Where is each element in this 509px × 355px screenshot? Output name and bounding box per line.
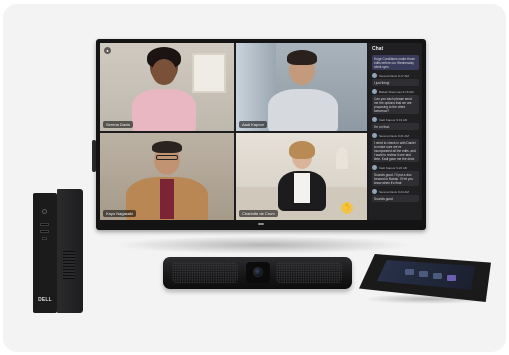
bookshelf	[192, 53, 226, 93]
controller-tile	[447, 275, 456, 281]
power-button-icon	[42, 209, 47, 214]
pc-front-panel: DELL	[33, 193, 57, 313]
chat-bubble: Sounds good	[372, 195, 419, 202]
usb-port-icon	[40, 230, 49, 233]
camera-lens-icon	[253, 267, 263, 277]
person-torso	[132, 89, 196, 131]
video-tile: ✋ Charlotte de Crum	[236, 133, 367, 220]
glasses	[156, 155, 178, 160]
chat-bubble: I just thing!	[372, 79, 419, 86]
chat-message-header: Serena Davis 9:24 AM	[372, 189, 419, 194]
touch-controller	[359, 254, 491, 302]
chat-author: Babak Shammas 9:18 AM	[379, 89, 414, 94]
mic-icon: ●	[104, 47, 111, 54]
chat-author: Kadi Kapoor 9:19 AM	[379, 117, 408, 122]
controller-tile	[405, 269, 414, 275]
chat-author: Serena Davis 9:21 AM	[379, 133, 409, 138]
chat-message: Kadi Kapoor 9:22 AM Sounds good. I'll pu…	[372, 165, 419, 186]
chat-message-header: Serena Davis 9:21 AM	[372, 133, 419, 138]
video-bar	[163, 257, 352, 289]
brand-logo: DELL	[38, 297, 52, 303]
chat-author: Serena Davis 9:17 AM	[379, 73, 409, 78]
raised-hand-icon: ✋	[341, 202, 353, 214]
chat-message-header: Kadi Kapoor 9:19 AM	[372, 117, 419, 122]
person-torso	[268, 89, 338, 131]
mini-pc: DELL	[33, 189, 85, 314]
avatar	[372, 165, 377, 170]
chat-author: Serena Davis 9:24 AM	[379, 189, 409, 194]
chat-message: Serena Davis 9:17 AM I just thing!	[372, 73, 419, 86]
video-tile: ● Serena Davis	[100, 43, 234, 131]
chat-message-header: Serena Davis 9:17 AM	[372, 73, 419, 78]
chat-message-header: Babak Shammas 9:18 AM	[372, 89, 419, 94]
person-shirt	[294, 173, 310, 203]
lamp	[336, 147, 348, 169]
pc-vents	[63, 251, 75, 279]
person-hair	[287, 50, 317, 65]
bar-camera	[246, 262, 270, 283]
chat-message: Serena Davis 9:21 AM I need to check in …	[372, 133, 419, 162]
tile-name-tag: Charlotte de Crum	[239, 210, 278, 217]
pc-side-panel	[57, 189, 83, 313]
chat-message: Kadi Kapoor 9:19 AM I'm on that.	[372, 117, 419, 130]
person-hair	[152, 141, 182, 153]
chat-bubble: Can you each please send me the options …	[372, 95, 419, 114]
avatar	[372, 73, 377, 78]
person-hair	[289, 141, 315, 159]
monitor-logo	[258, 223, 264, 225]
chat-bubble: I need to check in with Daniel to make s…	[372, 139, 419, 162]
tile-name-tag: Kayo Nagasaki	[103, 210, 136, 217]
controller-tile	[433, 273, 442, 279]
chat-panel: Chat Huge Conditions make those edits be…	[369, 43, 422, 220]
video-tile: Kayo Nagasaki	[100, 133, 234, 220]
avatar	[372, 133, 377, 138]
chat-bubble: Sounds good. I'll put a doc forward to B…	[372, 171, 419, 186]
display-monitor: ● Serena Davis Aadi Kapoor Kayo Nagasaki	[96, 39, 426, 230]
chat-bubble: I'm on that.	[372, 123, 419, 130]
tile-name-tag: Serena Davis	[103, 121, 134, 128]
speaker-grille-left	[172, 262, 238, 283]
monitor-shadow	[113, 236, 413, 254]
video-tile: Aadi Kapoor	[236, 43, 367, 131]
audio-jack-icon	[42, 237, 47, 240]
tile-name-tag: Aadi Kapoor	[239, 121, 268, 128]
chat-bubble: Huge Conditions make those edits before …	[372, 55, 419, 70]
product-card: ● Serena Davis Aadi Kapoor Kayo Nagasaki	[3, 4, 506, 352]
person-shirt	[160, 179, 174, 219]
chat-author: Kadi Kapoor 9:22 AM	[379, 165, 408, 170]
chat-message: Babak Shammas 9:18 AM Can you each pleas…	[372, 89, 419, 114]
avatar	[372, 117, 377, 122]
chat-message-header: Kadi Kapoor 9:22 AM	[372, 165, 419, 170]
person-face	[152, 59, 176, 85]
chat-message: Serena Davis 9:24 AM Sounds good	[372, 189, 419, 202]
usb-port-icon	[40, 223, 49, 226]
avatar	[372, 189, 377, 194]
meeting-screen: ● Serena Davis Aadi Kapoor Kayo Nagasaki	[100, 43, 422, 220]
speaker-grille-right	[276, 262, 342, 283]
controller-tile	[419, 271, 428, 277]
chat-message: Huge Conditions make those edits before …	[372, 55, 419, 70]
avatar	[372, 89, 377, 94]
chat-title: Chat	[372, 46, 384, 52]
